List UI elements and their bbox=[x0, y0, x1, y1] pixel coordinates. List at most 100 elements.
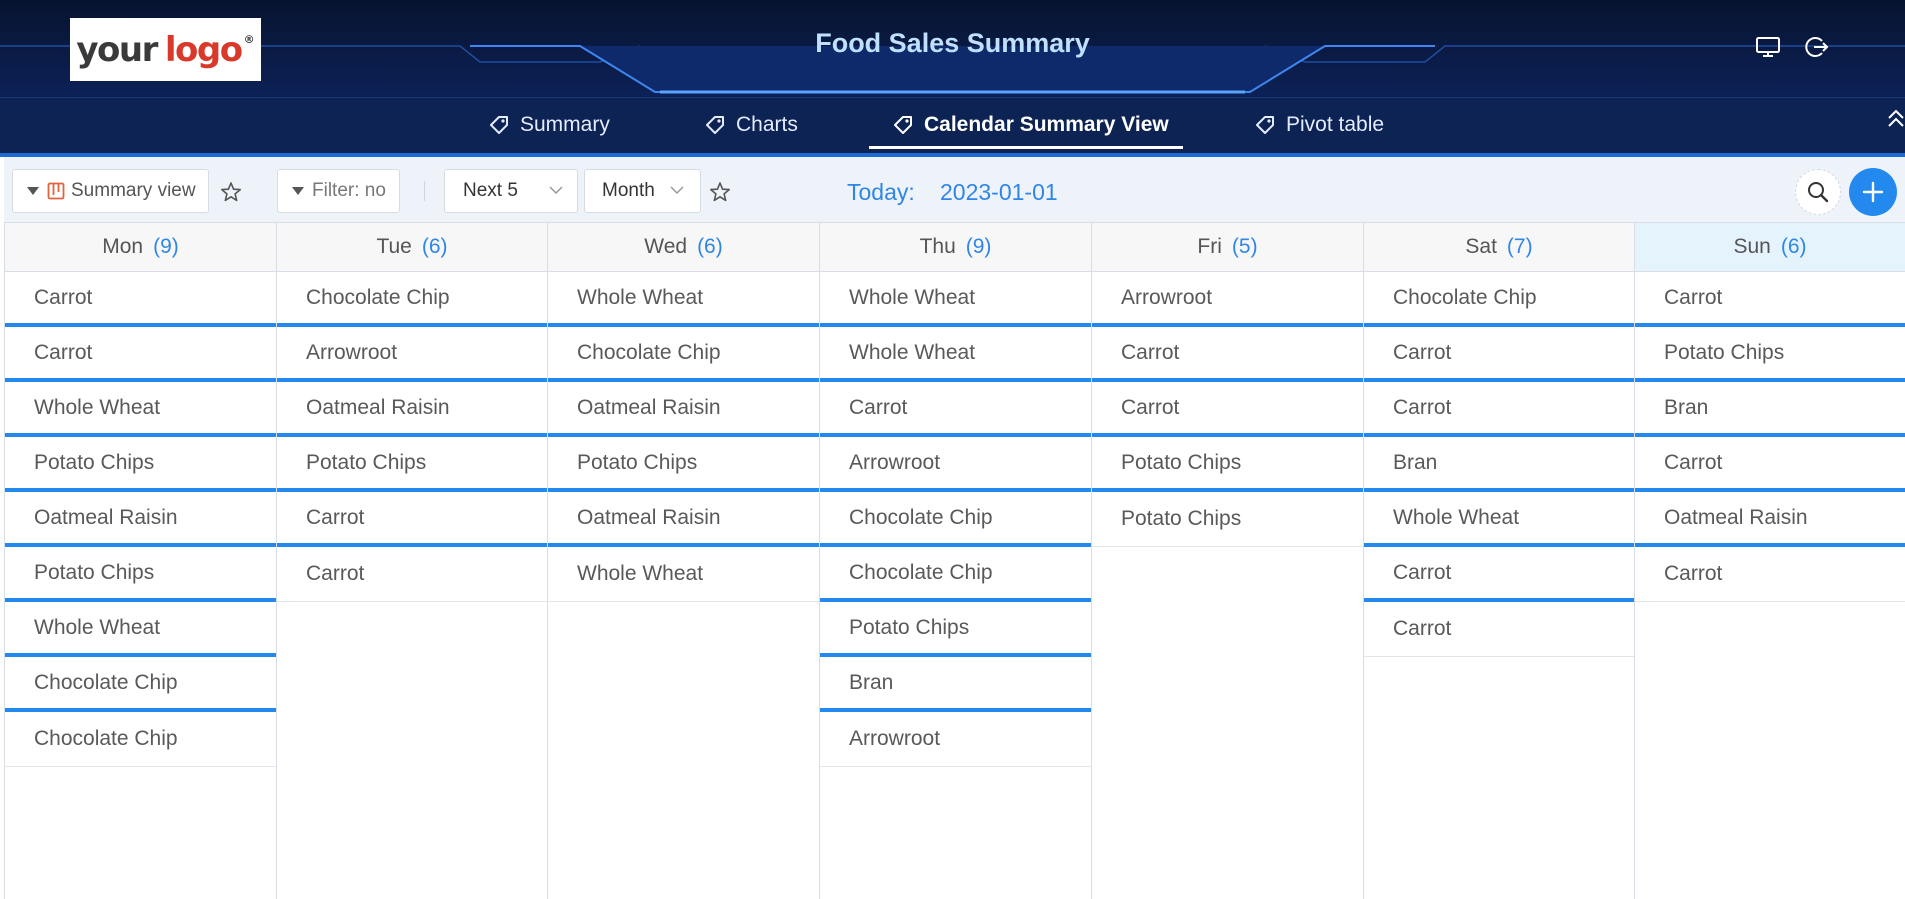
day-header: Tue (6) bbox=[277, 223, 547, 272]
event-item[interactable]: Carrot bbox=[1635, 272, 1905, 327]
plus-icon bbox=[1862, 181, 1884, 203]
range-select[interactable]: Next 5 bbox=[444, 169, 578, 213]
range-value: Next 5 bbox=[463, 180, 518, 201]
event-item[interactable]: Potato Chips bbox=[820, 602, 1091, 657]
day-count: (6) bbox=[697, 235, 723, 258]
event-item[interactable]: Carrot bbox=[1364, 382, 1634, 437]
event-item[interactable]: Carrot bbox=[1364, 602, 1634, 657]
day-column-mon: Mon (9) Carrot Carrot Whole Wheat Potato Chip… bbox=[5, 223, 277, 899]
tab-charts[interactable]: Charts bbox=[704, 97, 798, 153]
event-item[interactable]: Whole Wheat bbox=[1364, 492, 1634, 547]
app-header: your logo ® Food Sales Summary Summary Cha… bbox=[0, 0, 1905, 157]
day-header: Mon (9) bbox=[5, 223, 276, 272]
event-item[interactable]: Carrot bbox=[820, 382, 1091, 437]
logout-icon[interactable] bbox=[1802, 33, 1830, 61]
event-item[interactable]: Potato Chips bbox=[1092, 437, 1363, 492]
chevron-down-icon bbox=[549, 186, 563, 195]
tab-label: Summary bbox=[520, 113, 610, 136]
event-item[interactable]: Bran bbox=[820, 657, 1091, 712]
event-item[interactable]: Arrowroot bbox=[820, 712, 1091, 767]
calendar-grid: Mon (9) Carrot Carrot Whole Wheat Potato Chip… bbox=[4, 223, 1905, 899]
period-select[interactable]: Month bbox=[584, 169, 701, 213]
event-item[interactable]: Oatmeal Raisin bbox=[5, 492, 276, 547]
event-item[interactable]: Chocolate Chip bbox=[277, 272, 547, 327]
day-count: (9) bbox=[965, 235, 992, 258]
event-item[interactable]: Whole Wheat bbox=[820, 272, 1091, 327]
event-item[interactable]: Carrot bbox=[277, 492, 547, 547]
event-item[interactable]: Potato Chips bbox=[548, 437, 819, 492]
event-item[interactable]: Chocolate Chip bbox=[820, 492, 1091, 547]
day-header: Sat (7) bbox=[1364, 223, 1634, 272]
event-item[interactable]: Whole Wheat bbox=[820, 327, 1091, 382]
event-item[interactable]: Carrot bbox=[5, 272, 276, 327]
day-column-sun: Sun (6) Carrot Potato Chips Bran Carrot Oatmea… bbox=[1635, 223, 1905, 899]
day-header: Thu (9) bbox=[820, 223, 1091, 272]
day-column-wed: Wed (6) Whole Wheat Chocolate Chip Oatmeal R… bbox=[548, 223, 820, 899]
event-item[interactable]: Chocolate Chip bbox=[548, 327, 819, 382]
day-count: (5) bbox=[1231, 235, 1258, 258]
collapse-icon[interactable] bbox=[1885, 108, 1905, 132]
day-count: (7) bbox=[1506, 235, 1533, 258]
event-item[interactable]: Arrowroot bbox=[820, 437, 1091, 492]
event-item[interactable]: Carrot bbox=[1364, 547, 1634, 602]
event-item[interactable]: Oatmeal Raisin bbox=[277, 382, 547, 437]
day-header: Fri (5) bbox=[1092, 223, 1363, 272]
event-item[interactable]: Potato Chips bbox=[1635, 327, 1905, 382]
event-item[interactable]: Chocolate Chip bbox=[5, 712, 276, 767]
event-item[interactable]: Oatmeal Raisin bbox=[548, 492, 819, 547]
event-item[interactable]: Bran bbox=[1635, 382, 1905, 437]
add-button[interactable] bbox=[1849, 168, 1897, 216]
event-item[interactable]: Chocolate Chip bbox=[5, 657, 276, 712]
event-item[interactable]: Arrowroot bbox=[277, 327, 547, 382]
active-tab-indicator bbox=[869, 146, 1183, 149]
event-item[interactable]: Whole Wheat bbox=[548, 272, 819, 327]
day-column-thu: Thu (9) Whole Wheat Whole Wheat Carrot Arrowr… bbox=[820, 223, 1092, 899]
monitor-icon[interactable] bbox=[1754, 33, 1782, 61]
view-label: Summary view bbox=[71, 180, 196, 201]
day-name: Sun bbox=[1733, 235, 1771, 258]
event-item[interactable]: Potato Chips bbox=[5, 437, 276, 492]
tab-label: Charts bbox=[736, 113, 798, 136]
event-item[interactable]: Oatmeal Raisin bbox=[1635, 492, 1905, 547]
today-label: Today: bbox=[847, 179, 915, 205]
kanban-icon bbox=[47, 182, 65, 200]
search-button[interactable] bbox=[1795, 169, 1841, 215]
event-item[interactable]: Chocolate Chip bbox=[820, 547, 1091, 602]
event-item[interactable]: Bran bbox=[1364, 437, 1634, 492]
event-item[interactable]: Potato Chips bbox=[277, 437, 547, 492]
filter-label: Filter: no bbox=[312, 180, 386, 201]
caret-down-icon bbox=[292, 187, 304, 195]
event-item[interactable]: Oatmeal Raisin bbox=[548, 382, 819, 437]
event-item[interactable]: Carrot bbox=[1092, 327, 1363, 382]
day-column-tue: Tue (6) Chocolate Chip Arrowroot Oatmeal Rai… bbox=[277, 223, 548, 899]
filter-selector[interactable]: Filter: no bbox=[277, 169, 400, 213]
toolbar-divider bbox=[424, 181, 425, 201]
event-item[interactable]: Carrot bbox=[1092, 382, 1363, 437]
day-header: Sun (6) bbox=[1635, 223, 1905, 272]
day-name: Mon bbox=[102, 235, 144, 258]
event-item[interactable]: Whole Wheat bbox=[548, 547, 819, 602]
event-item[interactable]: Potato Chips bbox=[1092, 492, 1363, 547]
event-item[interactable]: Arrowroot bbox=[1092, 272, 1363, 327]
event-item[interactable]: Chocolate Chip bbox=[1364, 272, 1634, 327]
star-icon[interactable] bbox=[709, 181, 731, 203]
today-date[interactable]: 2023-01-01 bbox=[940, 179, 1058, 206]
tag-icon bbox=[706, 116, 724, 134]
tab-calendar-summary-view[interactable]: Calendar Summary View bbox=[892, 97, 1169, 153]
event-item[interactable]: Whole Wheat bbox=[5, 602, 276, 657]
tag-icon bbox=[490, 116, 508, 134]
period-value: Month bbox=[602, 180, 655, 201]
star-icon[interactable] bbox=[220, 181, 242, 203]
view-selector[interactable]: Summary view bbox=[12, 169, 209, 213]
tab-summary[interactable]: Summary bbox=[488, 97, 610, 153]
event-item[interactable]: Carrot bbox=[1635, 437, 1905, 492]
event-item[interactable]: Carrot bbox=[277, 547, 547, 602]
event-item[interactable]: Carrot bbox=[1364, 327, 1634, 382]
chevron-down-icon bbox=[670, 186, 684, 195]
event-item[interactable]: Carrot bbox=[5, 327, 276, 382]
search-icon bbox=[1808, 182, 1829, 203]
event-item[interactable]: Whole Wheat bbox=[5, 382, 276, 437]
event-item[interactable]: Carrot bbox=[1635, 547, 1905, 602]
event-item[interactable]: Potato Chips bbox=[5, 547, 276, 602]
tab-pivot-table[interactable]: Pivot table bbox=[1254, 97, 1384, 153]
